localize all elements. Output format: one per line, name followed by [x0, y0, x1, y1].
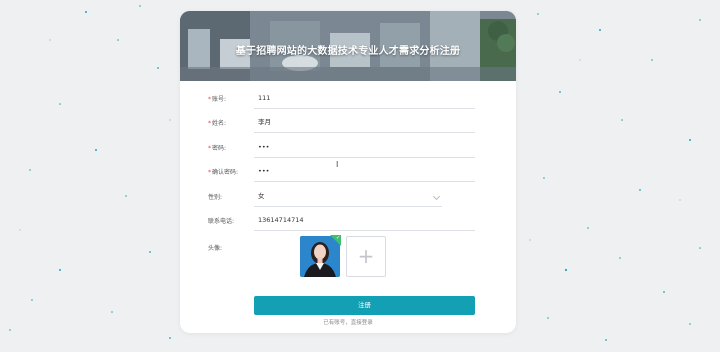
page-title: 基于招聘网站的大数据技术专业人才需求分析注册	[235, 46, 461, 57]
password-input[interactable]: •••	[254, 137, 475, 158]
avatar-photo[interactable]	[300, 236, 340, 277]
gender-label: 性别:	[208, 194, 223, 201]
gender-select[interactable]: 女	[254, 186, 442, 207]
confirm-password-input[interactable]: •••	[254, 161, 475, 182]
account-label: *账号:	[208, 96, 227, 103]
login-link[interactable]: 已有账号，直接登录	[180, 318, 516, 326]
form-row-confirm-password: *确认密码: •••	[180, 161, 516, 183]
avatar-row: ✓ +	[180, 235, 516, 280]
name-label: *姓名:	[208, 120, 227, 127]
form-row-name: *姓名: 李月	[180, 112, 516, 134]
form-row-account: *账号: 111	[180, 88, 516, 110]
check-icon: ✓	[336, 235, 341, 241]
upload-button[interactable]: +	[346, 236, 386, 277]
account-input[interactable]: 111	[254, 88, 475, 109]
chevron-down-icon	[432, 192, 441, 201]
register-card: 基于招聘网站的大数据技术专业人才需求分析注册 *账号: 111 *姓名: 李月 …	[180, 11, 516, 333]
form-row-phone: 联系电话: 13614714714	[180, 210, 516, 232]
avatar-portrait	[300, 236, 340, 277]
text-cursor-icon: I	[336, 160, 339, 169]
confirm-password-label: *确认密码:	[208, 169, 239, 176]
register-button[interactable]: 注册	[254, 296, 475, 315]
password-label: *密码:	[208, 145, 227, 152]
plus-icon: +	[357, 244, 375, 268]
form-row-gender: 性别: 女	[180, 186, 516, 208]
name-input[interactable]: 李月	[254, 112, 475, 133]
form-row-password: *密码: •••	[180, 137, 516, 159]
phone-input[interactable]: 13614714714	[254, 210, 475, 231]
phone-label: 联系电话:	[208, 218, 235, 225]
banner: 基于招聘网站的大数据技术专业人才需求分析注册	[180, 11, 516, 81]
gender-select-value: 女	[258, 192, 265, 200]
